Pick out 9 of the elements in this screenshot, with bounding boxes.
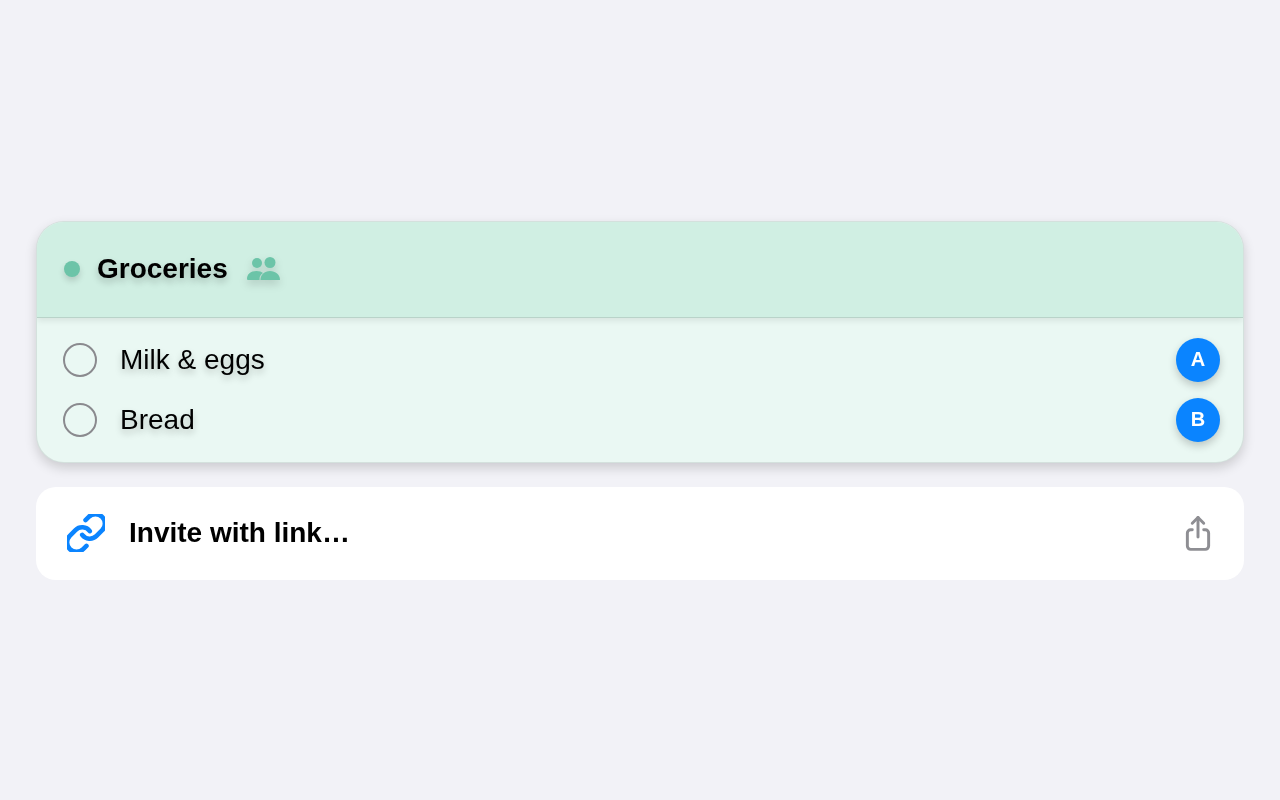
list-title: Groceries: [97, 253, 228, 285]
item-text: Bread: [120, 403, 196, 436]
checkbox-circle[interactable]: [63, 342, 97, 377]
assignee-avatar: A: [1176, 337, 1220, 382]
item-text: Milk & eggs: [120, 343, 266, 376]
invite-link-button[interactable]: Invite with link…: [36, 486, 1244, 580]
assignee-avatar: B: [1176, 397, 1220, 442]
checkbox-circle[interactable]: [63, 402, 97, 437]
link-icon: [67, 514, 105, 552]
